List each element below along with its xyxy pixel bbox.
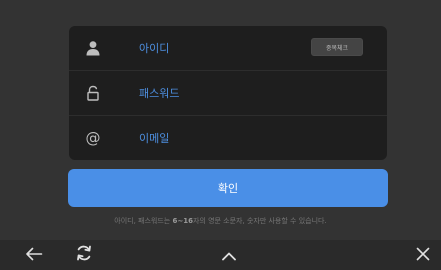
refresh-icon — [75, 244, 93, 266]
refresh-button[interactable] — [71, 243, 97, 267]
at-sign-icon: @ — [82, 127, 104, 149]
hint-length-range: 6~16 — [172, 217, 193, 225]
close-button[interactable] — [410, 243, 436, 267]
password-input[interactable] — [139, 83, 299, 103]
back-button[interactable] — [21, 243, 47, 267]
lock-icon — [82, 82, 104, 104]
id-row: 중복체크 — [69, 26, 387, 70]
hint-text-after: 자의 영문 소문자, 숫자만 사용할 수 있습니다. — [192, 217, 327, 225]
hint-text-before: 아이디, 패스워드는 — [114, 217, 173, 225]
signup-screen: 중복체크 @ 확인 아이디, 패스워드는 6~16자의 영문 소문자, 숫자만 … — [0, 0, 441, 270]
duplicate-check-button[interactable]: 중복체크 — [311, 38, 363, 56]
scroll-up-button[interactable] — [216, 243, 242, 267]
email-row: @ — [69, 116, 387, 160]
navigation-bar — [0, 240, 441, 270]
password-row — [69, 71, 387, 115]
chevron-up-icon — [221, 246, 237, 265]
close-icon — [416, 246, 430, 265]
at-sign-glyph: @ — [85, 128, 101, 147]
id-input[interactable] — [139, 38, 299, 58]
signup-hint-text: 아이디, 패스워드는 6~16자의 영문 소문자, 숫자만 사용할 수 있습니다… — [0, 214, 441, 228]
signup-form-card: 중복체크 @ — [69, 26, 387, 160]
confirm-button[interactable]: 확인 — [68, 169, 388, 207]
email-input[interactable] — [139, 128, 299, 148]
arrow-left-icon — [25, 246, 43, 265]
person-icon — [82, 37, 104, 59]
